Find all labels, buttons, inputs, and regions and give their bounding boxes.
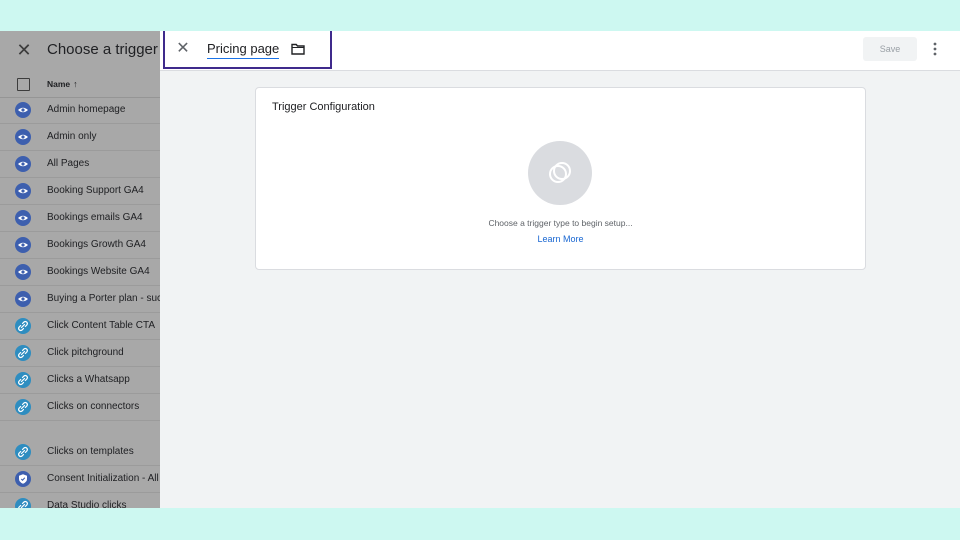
choose-trigger-panel: ✕ Choose a trigger Name ↑ Admin homepage … [0,31,160,508]
link-click-icon [15,345,31,361]
trigger-name: Admin only [47,131,97,142]
trigger-row[interactable]: Bookings Growth GA4 [0,232,160,259]
pageview-eye-icon [15,183,31,199]
link-click-icon [15,444,31,460]
trigger-editor: ✕ Pricing page Save Trigger Configuratio… [160,31,960,508]
link-click-icon [15,372,31,388]
trigger-row[interactable]: Consent Initialization - All Pages [0,466,160,493]
trigger-type-placeholder-icon[interactable] [528,141,592,205]
trigger-name: Clicks on templates [47,446,134,457]
pageview-eye-icon [15,291,31,307]
choose-trigger-header: ✕ Choose a trigger [0,31,160,71]
trigger-row[interactable]: Clicks on connectors [0,394,160,421]
folder-icon[interactable] [291,43,305,55]
link-click-icon [15,399,31,415]
name-column-label: Name [47,79,71,89]
trigger-list: Admin homepage Admin only All Pages Book… [0,97,160,508]
save-button[interactable]: Save [863,37,917,61]
name-column-header[interactable]: Name ↑ [47,79,78,89]
trigger-name-input[interactable]: Pricing page [207,41,280,59]
trigger-row[interactable]: Admin only [0,124,160,151]
trigger-name: Bookings emails GA4 [47,212,143,223]
trigger-configuration-card[interactable]: Trigger Configuration Choose a trigger t… [255,87,866,270]
pageview-eye-icon [15,129,31,145]
consent-shield-icon [15,471,31,487]
link-click-icon [15,498,31,508]
more-vert-icon[interactable] [930,41,940,57]
sort-ascending-icon: ↑ [73,79,78,89]
pageview-eye-icon [15,156,31,172]
editor-topbar: ✕ Pricing page Save [160,31,960,71]
setup-hint: Choose a trigger type to begin setup... [488,218,633,228]
trigger-name: All Pages [47,158,90,169]
trigger-name: Clicks a Whatsapp [47,374,130,385]
card-title: Trigger Configuration [272,101,375,113]
learn-more-link[interactable]: Learn More [256,234,865,244]
trigger-row[interactable]: Clicks on templates [0,439,160,466]
trigger-row[interactable]: Click Content Table CTA [0,313,160,340]
trigger-name: Data Studio clicks [47,500,127,508]
trigger-row[interactable]: Data Studio clicks [0,493,160,508]
trigger-row[interactable]: Clicks a Whatsapp [0,367,160,394]
trigger-name: Booking Support GA4 [47,185,144,196]
trigger-list-header: Name ↑ [0,72,160,98]
pageview-eye-icon [15,264,31,280]
trigger-name: Bookings Growth GA4 [47,239,146,250]
trigger-name: Buying a Porter plan - success [47,293,160,304]
choose-trigger-title: Choose a trigger [47,41,158,58]
trigger-row[interactable]: Bookings Website GA4 [0,259,160,286]
link-click-icon [15,318,31,334]
trigger-name: Click Content Table CTA [47,320,156,331]
trigger-name: Clicks on connectors [47,401,140,412]
trigger-name: Admin homepage [47,104,126,115]
close-icon[interactable]: ✕ [15,40,33,60]
trigger-name: Click pitchground [47,347,124,358]
trigger-name: Bookings Website GA4 [47,266,150,277]
close-icon[interactable]: ✕ [175,41,191,57]
trigger-row[interactable]: Bookings emails GA4 [0,205,160,232]
select-all-checkbox[interactable] [17,78,30,91]
trigger-name: Consent Initialization - All Pages [47,473,160,484]
pageview-eye-icon [15,102,31,118]
trigger-row[interactable]: Buying a Porter plan - success [0,286,160,313]
trigger-row[interactable]: Click pitchground [0,340,160,367]
trigger-row[interactable]: All Pages [0,151,160,178]
trigger-row[interactable]: Booking Support GA4 [0,178,160,205]
pageview-eye-icon [15,237,31,253]
pageview-eye-icon [15,210,31,226]
trigger-row[interactable]: Admin homepage [0,97,160,124]
tag-manager-app: ✕ Choose a trigger Name ↑ Admin homepage … [0,31,960,508]
